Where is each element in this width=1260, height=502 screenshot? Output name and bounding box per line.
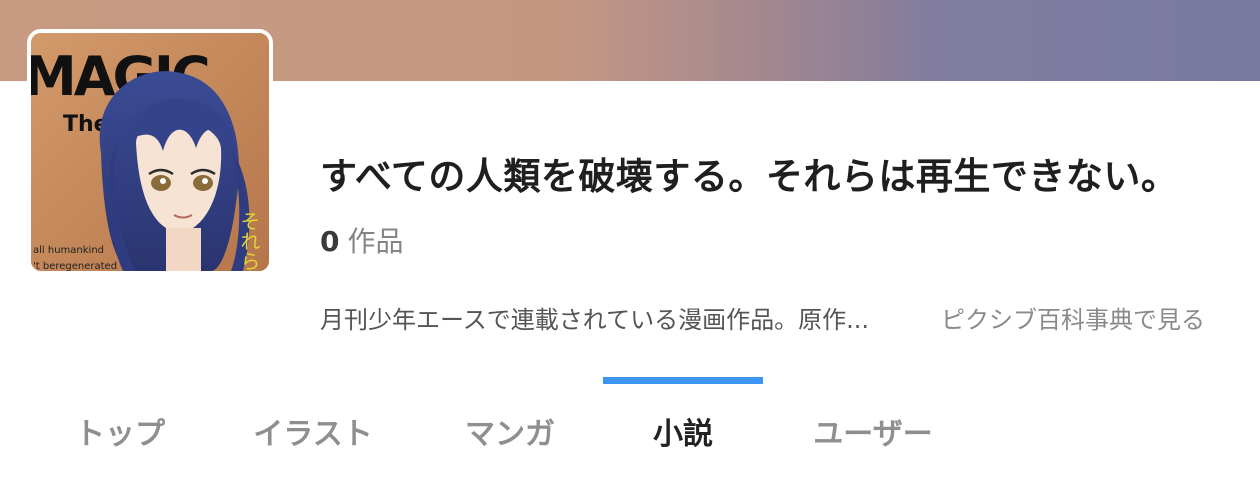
tab-top-label: トップ — [75, 417, 165, 452]
tab-top[interactable]: トップ — [40, 377, 200, 477]
tab-users[interactable]: ユーザー — [793, 377, 953, 477]
tab-illustrations[interactable]: イラスト — [233, 377, 393, 477]
tab-users-label: ユーザー — [813, 417, 933, 452]
tag-page: MAGIC The C それら all humankind 't beregen… — [0, 0, 1260, 502]
encyclopedia-link[interactable]: ピクシブ百科事典で見る — [941, 300, 1205, 335]
cover-tagline-1: all humankind — [33, 245, 104, 256]
tab-novels-label: 小説 — [653, 417, 713, 452]
active-tab-indicator — [603, 377, 763, 384]
tag-title: すべての人類を破壊する。それらは再生できない。 — [320, 155, 1179, 198]
cover-vertical-text: それら — [237, 211, 261, 271]
tab-novels[interactable]: 小説 — [603, 377, 763, 477]
tab-manga-label: マンガ — [465, 417, 555, 452]
tab-illustrations-label: イラスト — [253, 417, 373, 452]
tag-cover-image[interactable]: MAGIC The C それら all humankind 't beregen… — [27, 29, 273, 275]
tab-manga[interactable]: マンガ — [430, 377, 590, 477]
work-count: 0 作品 — [320, 220, 404, 260]
work-count-label: 作品 — [347, 225, 404, 258]
cover-tagline-2: 't beregenerated — [33, 261, 117, 271]
tag-description: 月刊少年エースで連載されている漫画作品。原作... — [320, 306, 869, 334]
work-count-number: 0 — [320, 225, 340, 258]
cover-illustration: MAGIC The C それら all humankind 't beregen… — [31, 33, 269, 271]
tab-bar: トップ イラスト マンガ 小説 ユーザー — [0, 377, 1260, 487]
